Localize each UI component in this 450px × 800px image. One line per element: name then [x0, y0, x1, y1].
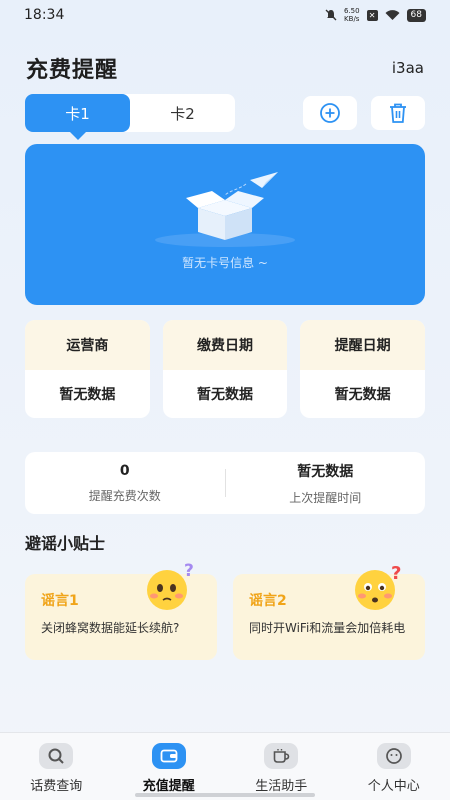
thinking-face-icon: ?	[147, 562, 194, 610]
tip-card-2[interactable]: 谣言2 同时开WiFi和流量会加倍耗电 ?	[233, 563, 425, 660]
stat-reminder-count: 0 提醒充费次数	[25, 463, 225, 504]
card-tabs: 卡1 卡2	[25, 94, 235, 140]
nav-item-bill-query[interactable]: 话费查询	[0, 733, 113, 800]
nav-item-life-assistant[interactable]: 生活助手	[225, 733, 338, 800]
stat-reminder-count-value: 0	[119, 462, 130, 479]
info-carrier: 运营商 暂无数据	[25, 320, 150, 418]
stat-last-reminder-value: 暂无数据	[297, 463, 354, 480]
wallet-icon	[151, 743, 186, 769]
tips-section-title: 避谣小贴士	[25, 534, 106, 553]
page-title: 充费提醒	[26, 58, 119, 83]
info-carrier-label: 运营商	[25, 320, 150, 370]
svg-text:?: ?	[391, 563, 401, 584]
info-reminder-date-value: 暂无数据	[334, 387, 391, 403]
sim-off-icon: ✕	[366, 9, 378, 21]
info-payment-date-value: 暂无数据	[197, 387, 253, 403]
nav-item-recharge-reminder[interactable]: 充值提醒	[113, 733, 226, 800]
svg-text:?: ?	[184, 562, 194, 581]
info-payment-date: 缴费日期 暂无数据	[162, 320, 288, 418]
status-bar: 18:34 6.50 KB/s ✕ 68	[0, 0, 450, 30]
stat-reminder-count-label: 提醒充费次数	[88, 488, 161, 503]
stat-last-reminder-label: 上次提醒时间	[289, 490, 362, 505]
info-payment-date-label: 缴费日期	[162, 320, 288, 370]
tip-card-1[interactable]: 谣言1 关闭蜂窝数据能延长续航? ?	[25, 562, 217, 660]
stat-last-reminder: 暂无数据 上次提醒时间	[226, 461, 426, 506]
card-info-panel: 暂无卡号信息 ~	[25, 144, 425, 305]
user-tag: i3aa	[391, 59, 424, 77]
tab-card-1[interactable]: 卡1	[25, 94, 130, 140]
trash-icon	[390, 103, 406, 123]
info-carrier-value: 暂无数据	[59, 387, 116, 403]
confused-face-icon: ?	[355, 563, 401, 610]
nav-item-personal-center[interactable]: 个人中心	[338, 733, 450, 800]
tip-card-2-text: 同时开WiFi和流量会加倍耗电	[249, 621, 406, 635]
add-card-button[interactable]	[303, 96, 357, 130]
mute-icon	[325, 9, 337, 21]
empty-card-text: 暂无卡号信息 ~	[182, 256, 268, 270]
status-time: 18:34	[24, 7, 65, 23]
wifi-icon	[385, 9, 400, 20]
card-info-grid: 运营商 暂无数据 缴费日期 暂无数据 提醒日期 暂无数据	[25, 320, 426, 418]
battery-indicator: 68	[406, 8, 426, 22]
bottom-navigation: 话费查询 充值提醒 生活助手 个人中心	[0, 732, 450, 800]
info-reminder-date-label: 提醒日期	[300, 320, 426, 370]
nav-label-recharge-reminder: 充值提醒	[142, 779, 195, 794]
empty-box-illustration	[155, 172, 295, 247]
info-reminder-date: 提醒日期 暂无数据	[300, 320, 426, 418]
reminder-stats: 0 提醒充费次数 暂无数据 上次提醒时间	[25, 452, 425, 514]
tip-card-1-text: 关闭蜂窝数据能延长续航?	[41, 621, 180, 635]
search-icon	[39, 743, 74, 769]
network-speed: 6.50 KB/s	[343, 7, 360, 23]
tab-card-2[interactable]: 卡2	[130, 94, 235, 132]
nav-label-life-assistant: 生活助手	[255, 779, 308, 794]
home-indicator	[135, 793, 315, 797]
nav-label-bill-query: 话费查询	[30, 779, 83, 794]
header: 充费提醒 i3aa	[26, 52, 424, 84]
delete-card-button[interactable]	[371, 96, 425, 130]
plus-circle-icon	[320, 103, 340, 123]
status-icons: 6.50 KB/s ✕ 68	[325, 7, 426, 23]
nav-label-personal-center: 个人中心	[367, 779, 420, 794]
cup-icon	[264, 743, 299, 769]
face-icon	[376, 743, 411, 769]
